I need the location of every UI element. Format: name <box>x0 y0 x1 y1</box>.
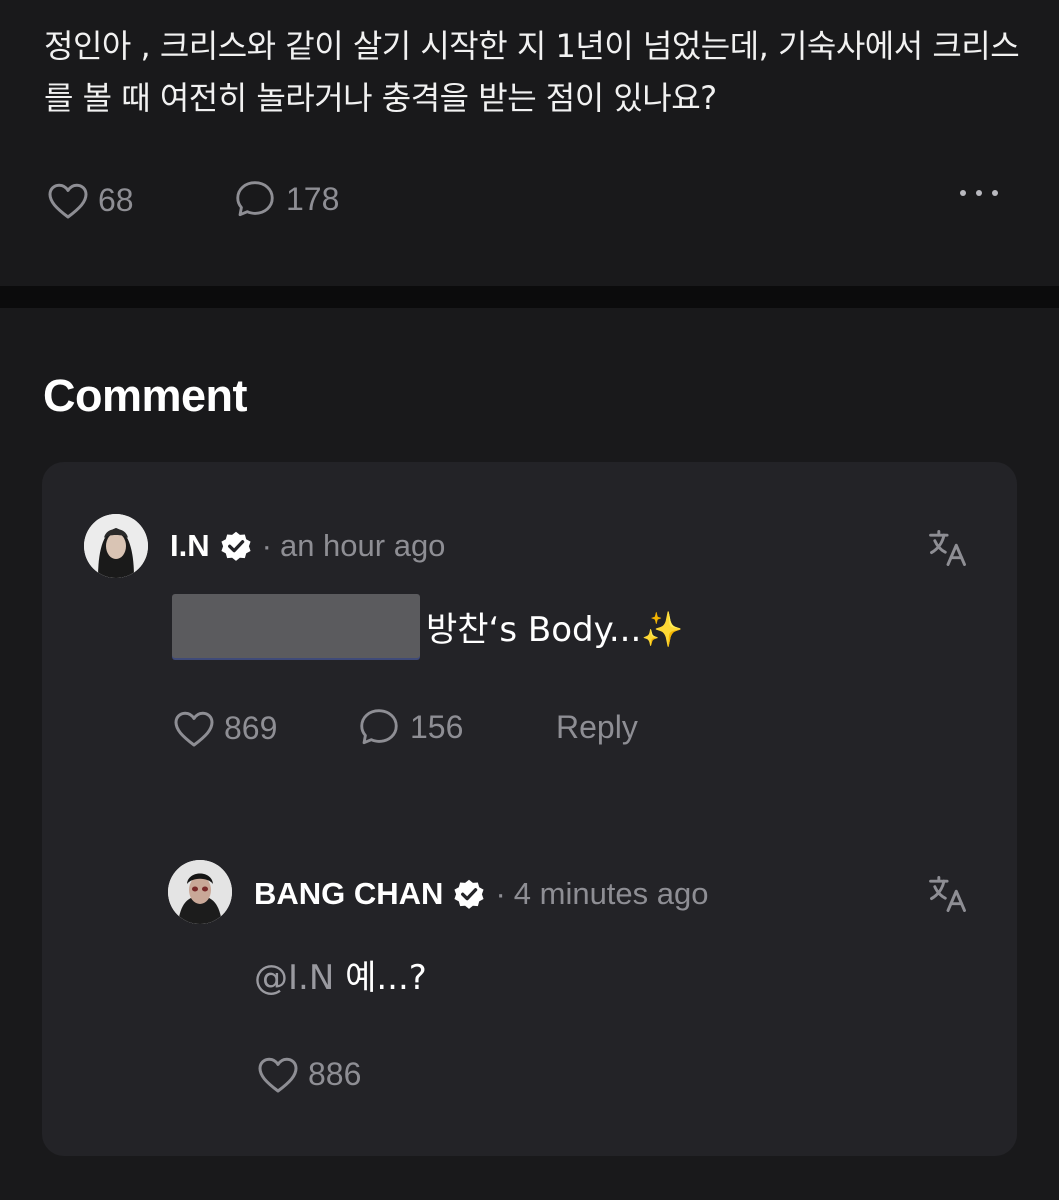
reply-timestamp: 4 minutes ago <box>513 876 709 911</box>
blurred-text <box>172 594 420 658</box>
section-divider <box>0 286 1059 308</box>
comment-timestamp: an hour ago <box>279 528 446 563</box>
verified-badge-icon <box>454 879 484 909</box>
verified-badge-icon <box>221 531 251 561</box>
translate-icon[interactable] <box>926 872 970 916</box>
heart-icon <box>174 711 214 747</box>
avatar[interactable] <box>168 860 232 924</box>
section-title: Comment <box>43 370 248 421</box>
comment-reply-count: 156 <box>410 708 464 745</box>
comment-replies-button[interactable]: 156 <box>356 704 463 750</box>
author-name: I.N <box>170 528 210 563</box>
post-comment-button[interactable]: 178 <box>232 176 339 222</box>
more-options-icon[interactable] <box>960 190 998 196</box>
post-like-button[interactable]: 68 <box>44 176 134 224</box>
translate-icon[interactable] <box>926 526 970 570</box>
post-text: 정인아 , 크리스와 같이 살기 시작한 지 1년이 넘었는데, 기숙사에서 크… <box>44 27 1020 117</box>
reply-body: 예...? <box>334 958 427 998</box>
comment-section: Comment I.N · an hour ago 방찬‘s Body...✨ … <box>0 308 1059 1200</box>
reply-author[interactable]: BANG CHAN · 4 minutes ago <box>254 876 709 912</box>
comment-text: 방찬‘s Body...✨ <box>426 610 684 650</box>
reply-text: @I.N 예...? <box>254 950 427 999</box>
avatar[interactable] <box>84 514 148 578</box>
mention-link[interactable]: @I.N <box>254 958 334 998</box>
author-name: BANG CHAN <box>254 876 444 911</box>
reply-button[interactable]: Reply <box>556 709 638 746</box>
reply-like-button[interactable]: 886 <box>254 1050 361 1098</box>
comment-bubble-icon <box>236 181 274 217</box>
heart-icon <box>48 183 88 219</box>
reply-like-count: 886 <box>308 1055 362 1092</box>
post-comment-count: 178 <box>286 180 340 217</box>
comment-like-button[interactable]: 869 <box>170 704 277 752</box>
comment-card: I.N · an hour ago 방찬‘s Body...✨ 869 156 … <box>42 462 1017 1156</box>
comment-bubble-icon <box>360 709 398 745</box>
post-like-count: 68 <box>98 181 134 218</box>
comment-like-count: 869 <box>224 709 278 746</box>
heart-icon <box>258 1057 298 1093</box>
post: 정인아 , 크리스와 같이 살기 시작한 지 1년이 넘었는데, 기숙사에서 크… <box>0 0 1059 286</box>
comment-author[interactable]: I.N · an hour ago <box>170 528 445 564</box>
